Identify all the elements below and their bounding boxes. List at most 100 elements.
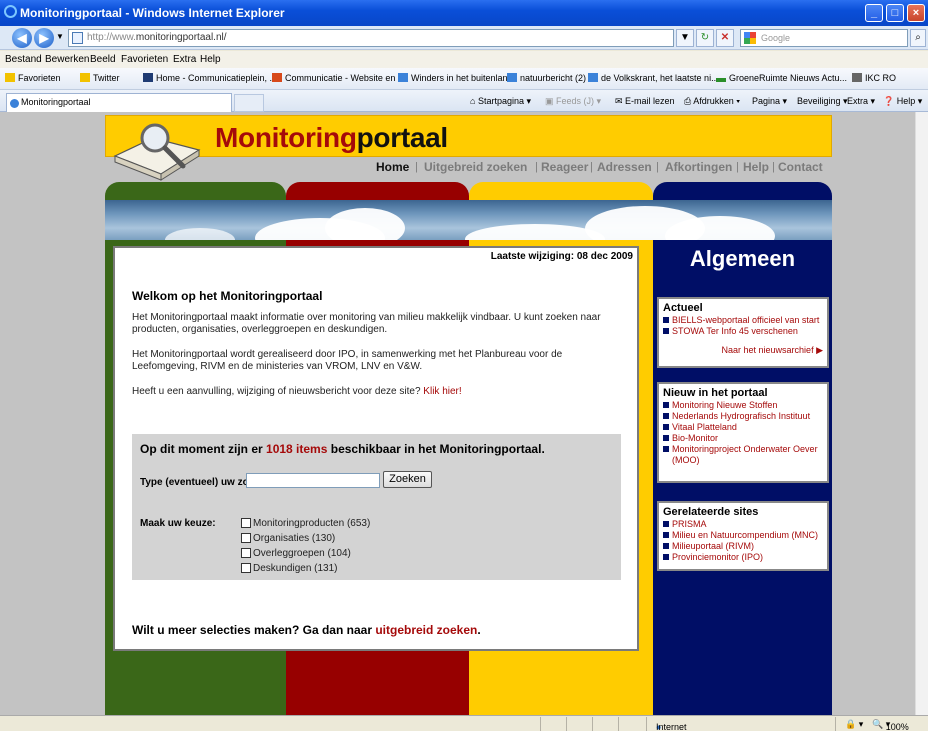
fav-twitter[interactable]: Twitter	[80, 73, 120, 83]
checkbox-overleggroepen[interactable]: Overleggroepen (104)	[241, 548, 351, 559]
minimize-button[interactable]: _	[865, 4, 883, 22]
menu-beeld[interactable]: Beeld	[90, 54, 116, 65]
checkbox-deskundigen[interactable]: Deskundigen (131)	[241, 563, 338, 574]
fav-volkskrant[interactable]: de Volkskrant, het laatste ni...	[588, 73, 719, 83]
cmd-extra[interactable]: Extra ▾	[847, 96, 875, 107]
search-icon[interactable]: ⌕	[910, 29, 926, 47]
fav-natuurbericht[interactable]: natuurbericht (2)	[507, 73, 586, 83]
site-title[interactable]: Monitoringportaal	[215, 122, 448, 154]
fav-communicatie[interactable]: Communicatie - Website en ...	[272, 73, 405, 83]
page-icon	[507, 73, 517, 82]
last-modified: Laatste wijziging: 08 dec 2009	[490, 251, 633, 262]
menu-bestand[interactable]: Bestand	[5, 54, 42, 65]
feedback-paragraph: Heeft u een aanvulling, wijziging of nie…	[132, 386, 462, 397]
cmd-afdrukken[interactable]: ⎙ Afdrukken ▾	[684, 96, 740, 107]
menu-favorieten[interactable]: Favorieten	[121, 54, 168, 65]
nav-reageer[interactable]: Reageer	[541, 160, 588, 174]
new-item[interactable]: Bio-Monitor	[663, 433, 823, 444]
google-icon	[744, 32, 756, 44]
nav-help[interactable]: Help	[743, 160, 769, 174]
nav-uitgebreid-zoeken[interactable]: Uitgebreid zoeken	[424, 160, 527, 174]
stop-icon[interactable]: ✕	[716, 29, 734, 47]
refresh-icon[interactable]: ↻	[696, 29, 714, 47]
page-icon	[272, 73, 282, 82]
related-site[interactable]: Milieuportaal (RIVM)	[663, 541, 823, 552]
menu-bewerken[interactable]: Bewerken	[45, 54, 89, 65]
window-title-bar: Monitoringportaal - Windows Internet Exp…	[0, 0, 928, 26]
page-icon	[398, 73, 408, 82]
ie-page-icon	[10, 99, 19, 108]
vertical-scrollbar[interactable]	[915, 112, 928, 715]
fav-winders[interactable]: Winders in het buitenland	[398, 73, 513, 83]
url-prefix: http://www.	[87, 32, 136, 43]
menu-help[interactable]: Help	[200, 54, 221, 65]
tab-bar: Monitoringportaal ⌂ Startpagina ▾ ▣ Feed…	[0, 90, 928, 112]
url-domain: monitoringportaal.nl/	[135, 32, 227, 43]
page-icon	[852, 73, 862, 82]
search-field[interactable]: Google	[740, 29, 908, 47]
related-site[interactable]: Milieu en Natuurcompendium (MNC)	[663, 530, 823, 541]
menu-bar: Bestand Bewerken Beeld Favorieten Extra …	[0, 51, 928, 68]
fav-communicatieplein[interactable]: Home - Communicatieplein, ...	[143, 73, 277, 83]
nav-contact[interactable]: Contact	[778, 160, 823, 174]
news-archive-link[interactable]: Naar het nieuwsarchief ▶	[663, 345, 823, 356]
nieuw-box: Nieuw in het portaal Monitoring Nieuwe S…	[657, 382, 829, 483]
related-site[interactable]: PRISMA	[663, 519, 823, 530]
keyword-input[interactable]	[246, 473, 380, 488]
uitgebreid-zoeken-link[interactable]: uitgebreid zoeken	[375, 623, 477, 637]
site-container: Monitoringportaal Home | Uitgebreid zoek…	[105, 112, 832, 715]
nav-home[interactable]: Home	[376, 160, 409, 174]
click-here-link[interactable]: Klik hier!	[423, 386, 461, 397]
actueel-box: Actueel BIELLS-webportaal officieel van …	[657, 297, 829, 368]
cmd-email[interactable]: ✉ E-mail lezen	[615, 96, 675, 107]
main-content: Laatste wijziging: 08 dec 2009 Welkom op…	[113, 246, 639, 651]
search-placeholder: Google	[761, 33, 791, 43]
nav-adressen[interactable]: Adressen	[597, 160, 652, 174]
maximize-button[interactable]: □	[886, 4, 904, 22]
advanced-search-prompt: Wilt u meer selecties maken? Ga dan naar…	[132, 623, 481, 637]
favorites-button[interactable]: Favorieten	[5, 73, 61, 83]
star-icon	[80, 73, 90, 82]
news-item[interactable]: STOWA Ter Info 45 verschenen	[663, 326, 823, 337]
zoom-control[interactable]: 🔍 100% ▾	[872, 719, 909, 731]
item-count: 1018 items	[266, 442, 328, 456]
ie-logo-icon	[4, 5, 17, 18]
item-count-heading: Op dit moment zijn er 1018 items beschik…	[140, 442, 545, 456]
back-button[interactable]: ◀	[12, 28, 32, 48]
new-item[interactable]: Monitoringproject Onderwater Oever (MOO)	[663, 444, 823, 466]
menu-extra[interactable]: Extra	[173, 54, 196, 65]
page-icon	[143, 73, 153, 82]
url-field[interactable]: http://www.monitoringportaal.nl/	[68, 29, 674, 47]
new-item[interactable]: Vitaal Platteland	[663, 422, 823, 433]
close-button[interactable]: ×	[907, 4, 925, 22]
news-item[interactable]: BIELLS-webportaal officieel van start	[663, 315, 823, 326]
tab-monitoringportaal[interactable]: Monitoringportaal	[6, 93, 232, 112]
cmd-beveiliging[interactable]: Beveiliging ▾	[797, 96, 848, 107]
cmd-feeds[interactable]: ▣ Feeds (J) ▾	[545, 96, 601, 107]
gerelateerd-heading: Gerelateerde sites	[663, 506, 759, 518]
url-dropdown-icon[interactable]: ▼	[676, 29, 694, 47]
protected-mode-icon[interactable]: 🔒 ▾	[845, 719, 863, 730]
window-title: Monitoringportaal - Windows Internet Exp…	[20, 6, 285, 20]
zoeken-button[interactable]: Zoeken	[383, 471, 432, 488]
related-site[interactable]: Provinciemonitor (IPO)	[663, 552, 823, 563]
page-viewport: Monitoringportaal Home | Uitgebreid zoek…	[0, 112, 928, 715]
new-tab-button[interactable]	[234, 94, 264, 112]
actueel-heading: Actueel	[663, 302, 703, 314]
new-item[interactable]: Nederlands Hydrografisch Instituut	[663, 411, 823, 422]
nav-afkortingen[interactable]: Afkortingen	[665, 160, 732, 174]
cmd-startpagina[interactable]: ⌂ Startpagina ▾	[470, 96, 531, 107]
intro-paragraph: Het Monitoringportaal maakt informatie o…	[132, 312, 601, 335]
history-dropdown-icon[interactable]: ▼	[56, 32, 64, 41]
checkbox-organisaties[interactable]: Organisaties (130)	[241, 533, 335, 544]
partners-paragraph: Het Monitoringportaal wordt gerealiseerd…	[132, 349, 563, 372]
fav-ikc-ro[interactable]: IKC RO	[852, 73, 896, 83]
cmd-pagina[interactable]: Pagina ▾	[752, 96, 787, 107]
status-bar: ● Internet 🔒 ▾ 🔍 100% ▾	[0, 715, 928, 731]
page-icon	[588, 73, 598, 82]
cmd-help[interactable]: ❓ Help ▾	[883, 96, 922, 107]
forward-button[interactable]: ▶	[34, 28, 54, 48]
new-item[interactable]: Monitoring Nieuwe Stoffen	[663, 400, 823, 411]
fav-groeneruimte[interactable]: GroeneRuimte Nieuws Actu...	[716, 73, 847, 83]
checkbox-monitoringproducten[interactable]: Monitoringproducten (653)	[241, 518, 370, 529]
